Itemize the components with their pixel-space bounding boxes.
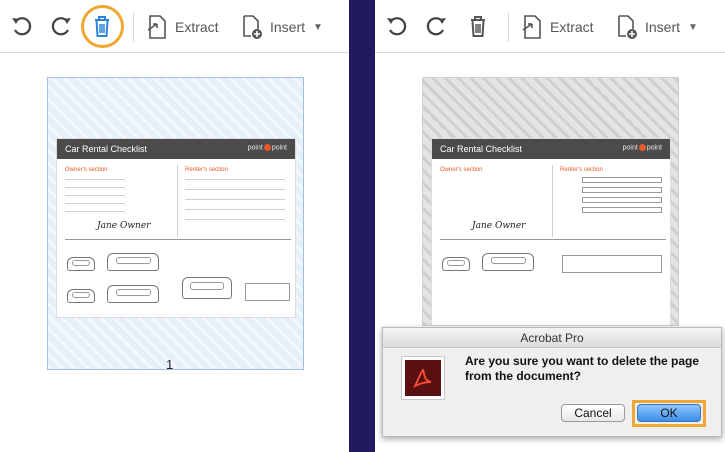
owners-section-label: Owner's section — [440, 167, 483, 173]
form-field — [582, 207, 662, 213]
toolbar-left: Extract Insert ▼ — [0, 0, 349, 53]
insert-button[interactable]: Insert ▼ — [240, 13, 323, 41]
page-header: Car Rental Checklist point point — [57, 139, 295, 159]
extract-icon — [522, 15, 541, 39]
dialog-message: Are you sure you want to delete the page… — [465, 354, 700, 383]
point-logo: point point — [622, 144, 662, 152]
form-line — [65, 203, 125, 204]
section-divider — [440, 239, 666, 240]
signature: Jane Owner — [472, 221, 526, 231]
car-diagram — [182, 277, 232, 299]
form-line — [185, 189, 285, 190]
trash-icon[interactable] — [464, 12, 492, 40]
section-divider — [65, 239, 291, 240]
page-thumbnail-selected[interactable]: Car Rental Checklist point point Owner's … — [47, 77, 304, 370]
form-field — [582, 197, 662, 203]
insert-button[interactable]: Insert ▼ — [615, 13, 698, 41]
acrobat-app-icon — [401, 356, 445, 400]
left-pane: Extract Insert ▼ Car Rental Checklist po… — [0, 0, 349, 452]
car-diagram — [442, 257, 470, 271]
form-field — [582, 177, 662, 183]
renters-section-label: Renter's section — [560, 167, 603, 173]
car-diagram — [107, 285, 159, 303]
cancel-button[interactable]: Cancel — [561, 404, 625, 422]
column-divider — [552, 165, 553, 237]
form-field — [582, 187, 662, 193]
car-diagram — [67, 257, 95, 271]
column-divider — [177, 165, 178, 237]
notes-box — [245, 283, 290, 301]
toolbar-separator — [508, 12, 509, 42]
insert-label: Insert — [645, 19, 681, 35]
toolbar-separator — [133, 12, 134, 42]
notes-box — [562, 255, 662, 273]
toolbar-right: Extract Insert ▼ — [375, 0, 725, 53]
dialog-title: Acrobat Pro — [383, 328, 721, 348]
form-line — [185, 219, 285, 220]
signature: Jane Owner — [97, 221, 151, 231]
car-diagram — [107, 253, 159, 271]
insert-icon — [243, 15, 262, 39]
form-line — [65, 179, 125, 180]
ok-highlight-ring — [632, 400, 706, 427]
chevron-down-icon[interactable]: ▼ — [688, 22, 698, 33]
insert-icon — [618, 15, 637, 39]
form-line — [185, 179, 285, 180]
extract-label: Extract — [175, 19, 219, 35]
form-line — [65, 195, 125, 196]
form-line — [185, 209, 285, 210]
page-preview: Car Rental Checklist point point Owner's … — [56, 138, 296, 318]
page-title: Car Rental Checklist — [65, 144, 148, 154]
extract-button[interactable]: Extract — [520, 13, 594, 41]
renters-section-label: Renter's section — [185, 167, 228, 173]
extract-label: Extract — [550, 19, 594, 35]
screen: Extract Insert ▼ Car Rental Checklist po… — [0, 0, 725, 452]
page-number: 1 — [166, 357, 174, 372]
chevron-down-icon[interactable]: ▼ — [313, 22, 323, 33]
owners-section-label: Owner's section — [65, 167, 108, 173]
car-diagram — [482, 253, 534, 271]
car-diagram — [67, 289, 95, 303]
page-title: Car Rental Checklist — [440, 144, 523, 154]
form-line — [185, 199, 285, 200]
extract-icon — [147, 15, 166, 39]
point-logo: point point — [247, 144, 287, 152]
page-header: Car Rental Checklist point point — [432, 139, 670, 159]
insert-label: Insert — [270, 19, 306, 35]
extract-button[interactable]: Extract — [145, 13, 219, 41]
page-thumbnail[interactable]: Car Rental Checklist point point Owner's … — [422, 77, 679, 326]
page-preview: Car Rental Checklist point point Owner's … — [431, 138, 671, 325]
redo-icon[interactable] — [422, 12, 450, 40]
split-divider — [349, 0, 375, 452]
form-line — [65, 211, 125, 212]
redo-icon[interactable] — [47, 12, 75, 40]
trash-icon[interactable] — [88, 12, 116, 40]
form-line — [65, 187, 125, 188]
undo-icon[interactable] — [383, 12, 411, 40]
undo-icon[interactable] — [8, 12, 36, 40]
